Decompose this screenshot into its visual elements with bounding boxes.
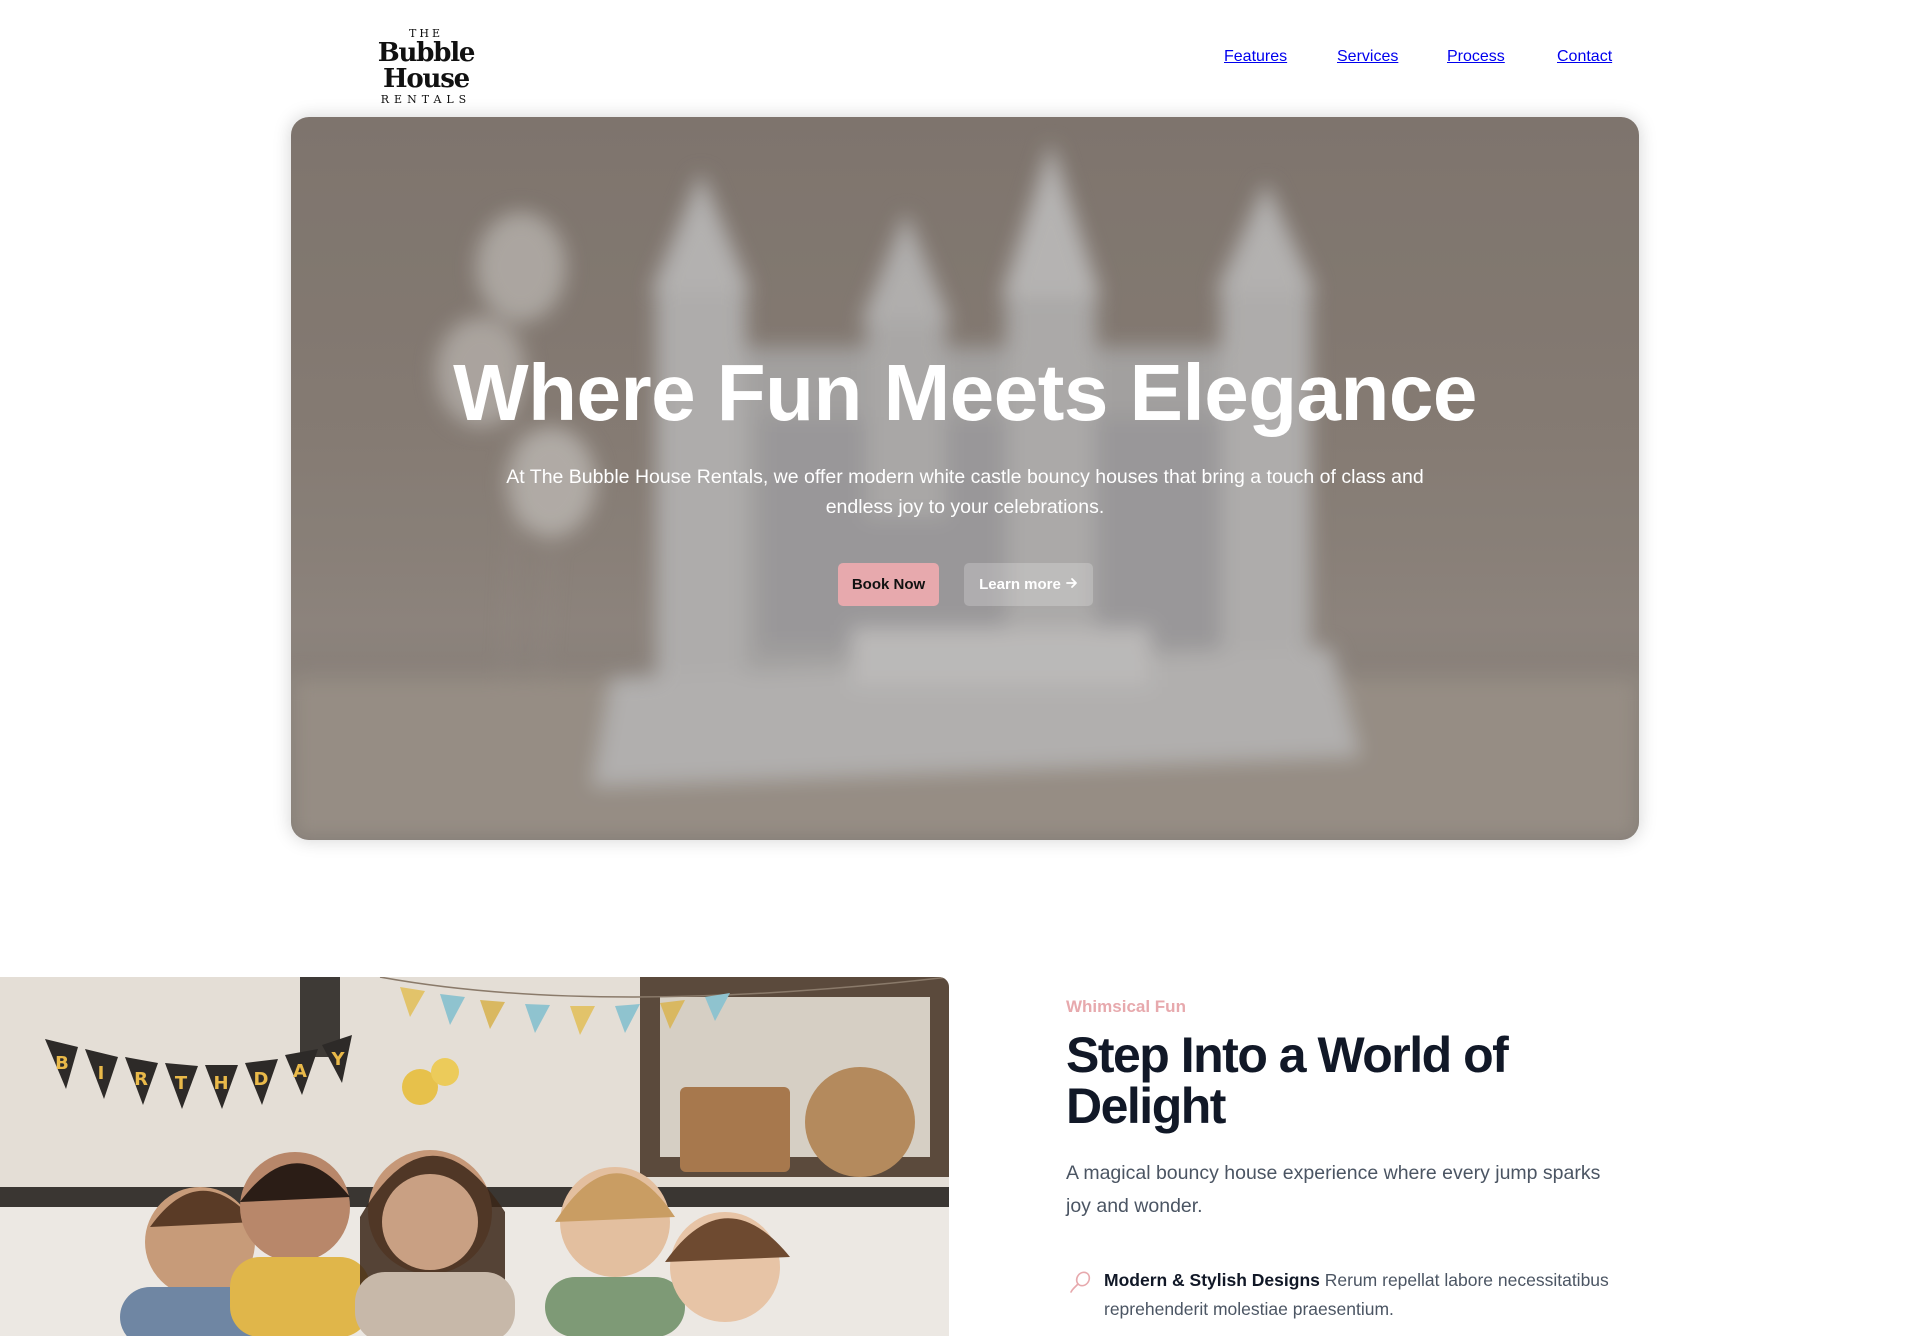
nav-services[interactable]: Services <box>1337 48 1398 70</box>
banner-letter-d: D <box>254 1069 269 1090</box>
hero-subtitle: At The Bubble House Rentals, we offer mo… <box>506 466 1424 518</box>
learn-more-button[interactable]: Learn more <box>964 563 1093 606</box>
feature-title: Modern & Stylish Designs <box>1104 1270 1320 1290</box>
section-subtitle: A magical bouncy house experience where … <box>1066 1162 1601 1217</box>
book-now-button[interactable]: Book Now <box>838 563 939 606</box>
feature-item: Modern & Stylish Designs Rerum repellat … <box>1104 1266 1644 1324</box>
logo-rentals: RENTALS <box>380 93 472 106</box>
nav-process[interactable]: Process <box>1447 48 1505 70</box>
logo-wordmark: Bubble House <box>377 38 476 94</box>
banner-letter-h: H <box>213 1073 228 1094</box>
birthday-party-photo: B I R T H D A Y <box>0 977 949 1336</box>
balloon-icon <box>1068 1270 1092 1294</box>
nav-features[interactable]: Features <box>1224 48 1287 70</box>
nav-contact[interactable]: Contact <box>1557 48 1612 70</box>
banner-letter-y: Y <box>330 1049 345 1070</box>
hero-title: Where Fun Meets Elegance <box>453 348 1477 437</box>
banner-letter-i: I <box>98 1063 105 1084</box>
arrow-right-icon <box>1065 576 1078 593</box>
banner-letter-r: R <box>134 1069 148 1090</box>
banner-letter-t: T <box>175 1073 188 1094</box>
section-title: Step Into a World of Delight <box>1066 1027 1509 1134</box>
logo[interactable]: THE Bubble House RENTALS <box>347 28 505 105</box>
site-header: THE Bubble House RENTALS Features Servic… <box>0 0 1920 110</box>
hero-section: Where Fun Meets Elegance At The Bubble H… <box>291 117 1639 840</box>
section-eyebrow: Whimsical Fun <box>1066 997 1186 1016</box>
banner-letter-a: A <box>293 1061 307 1082</box>
learn-more-label: Learn more <box>979 576 1061 593</box>
banner-letter-b: B <box>55 1053 69 1074</box>
